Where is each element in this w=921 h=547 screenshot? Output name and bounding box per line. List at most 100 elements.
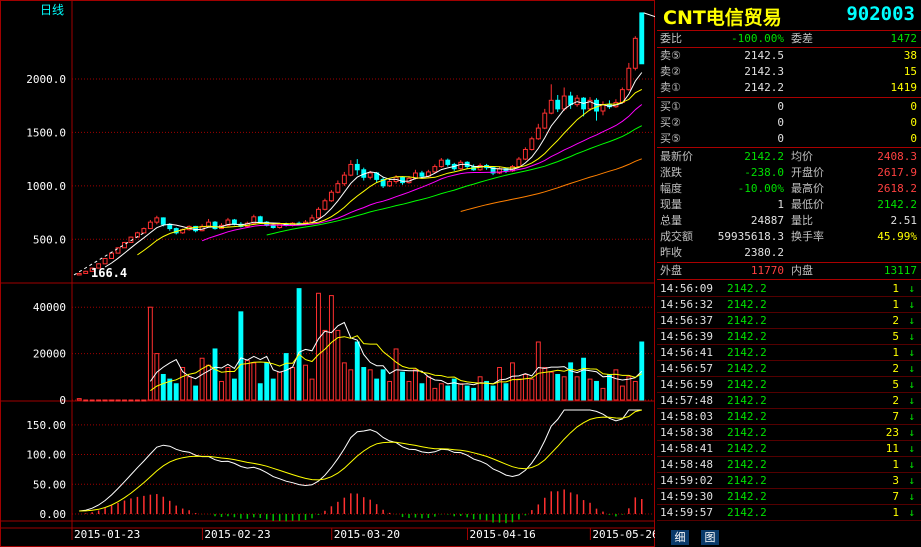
volume-bar [303, 364, 308, 401]
tick-row[interactable]: 14:56:59 2142.2 5 ↓ [657, 377, 921, 393]
stat-value: 59935618.3 [717, 230, 784, 243]
sell-level-label: 卖① [660, 81, 681, 94]
tab-detail[interactable]: 细 [671, 530, 689, 545]
candle-body [115, 247, 121, 254]
date-tick-label: 2015-03-20 [334, 528, 400, 541]
quote-panel: CNT电信贸易 902003 委比 -100.00% 委差 1472 卖⑤ 214… [657, 0, 921, 547]
tick-row[interactable]: 14:58:48 2142.2 1 ↓ [657, 457, 921, 473]
volume-bar [193, 385, 199, 401]
row-divider [657, 520, 921, 521]
tick-time: 14:58:41 [660, 442, 713, 455]
tick-time: 14:56:37 [660, 314, 713, 327]
volume-bar [419, 383, 425, 401]
volume-bar [380, 369, 386, 401]
candle-body [367, 172, 373, 178]
candle-body [438, 159, 444, 168]
stat-value: 2142.2 [744, 150, 784, 163]
down-arrow-icon: ↓ [908, 346, 915, 359]
tick-row[interactable]: 14:56:09 2142.2 1 ↓ [657, 281, 921, 297]
stat-label: 最高价 [791, 182, 824, 195]
volume-bar [413, 369, 418, 401]
tick-volume: 1 [892, 298, 899, 311]
tick-row[interactable]: 14:56:39 2142.2 5 ↓ [657, 329, 921, 345]
tick-volume: 7 [892, 410, 899, 423]
volume-bar [606, 373, 612, 401]
stock-header: CNT电信贸易 902003 [657, 0, 921, 31]
volume-bar [477, 376, 483, 401]
tick-volume: 11 [885, 442, 899, 455]
tick-time: 14:59:57 [660, 506, 713, 519]
sell-price: 2142.5 [744, 49, 784, 62]
volume-bar [471, 387, 477, 401]
tick-price: 2142.2 [727, 282, 767, 295]
volume-bar [484, 380, 490, 401]
tick-row[interactable]: 14:58:41 2142.2 11 ↓ [657, 441, 921, 457]
candle-body [160, 217, 166, 225]
volume-bar [432, 387, 438, 401]
high-pointer [643, 12, 655, 18]
candle-body [458, 161, 464, 170]
volume-bar [335, 329, 341, 401]
tick-row[interactable]: 14:56:57 2142.2 2 ↓ [657, 361, 921, 377]
price-tick-label: 2000.0 [26, 73, 66, 86]
tick-volume: 2 [892, 314, 899, 327]
kline-chart[interactable]: 2000.01500.01000.0500.0日线2618.2166.44000… [0, 0, 655, 547]
stat-label: 开盘价 [791, 166, 824, 179]
volume-bar [322, 329, 328, 401]
tick-row[interactable]: 14:56:37 2142.2 2 ↓ [657, 313, 921, 329]
tick-time: 14:58:03 [660, 410, 713, 423]
volume-bar [639, 341, 645, 401]
volume-bar [212, 348, 218, 401]
volume-bar [83, 399, 89, 402]
tick-row[interactable]: 14:56:32 2142.2 1 ↓ [657, 297, 921, 313]
tick-row[interactable]: 14:56:41 2142.2 1 ↓ [657, 345, 921, 361]
stat-value: 2408.3 [877, 150, 917, 163]
tab-chart[interactable]: 图 [701, 530, 719, 545]
down-arrow-icon: ↓ [908, 378, 915, 391]
stat-value: 2142.2 [877, 198, 917, 211]
tick-row[interactable]: 14:59:57 2142.2 1 ↓ [657, 505, 921, 521]
volume-bar [632, 380, 638, 401]
moving-average-line [266, 125, 643, 236]
tick-row[interactable]: 14:59:02 2142.2 3 ↓ [657, 473, 921, 489]
tick-time: 14:56:09 [660, 282, 713, 295]
down-arrow-icon: ↓ [908, 458, 915, 471]
candle-body [639, 12, 645, 65]
buy-level-label: 买⑤ [660, 132, 681, 145]
tick-price: 2142.2 [727, 474, 767, 487]
volume-bar [529, 378, 535, 401]
candle-body [419, 172, 425, 177]
candle-body [76, 272, 82, 276]
tick-row[interactable]: 14:58:38 2142.2 23 ↓ [657, 425, 921, 441]
stat-row: 涨跌 -238.0 开盘价 2617.9 [657, 165, 921, 181]
tick-row[interactable]: 14:58:03 2142.2 7 ↓ [657, 409, 921, 425]
moving-average-line [137, 88, 643, 256]
down-arrow-icon: ↓ [908, 474, 915, 487]
buy-price: 0 [777, 116, 784, 129]
stat-value: -10.00% [737, 182, 784, 195]
candle-body [147, 221, 153, 230]
price-tick-label: 1500.0 [26, 126, 66, 139]
tick-price: 2142.2 [727, 442, 767, 455]
volume-bar [244, 360, 250, 401]
tick-row[interactable]: 14:57:48 2142.2 2 ↓ [657, 393, 921, 409]
stat-value: 2.51 [890, 214, 918, 227]
volume-bar [445, 385, 451, 401]
volume-bar [231, 378, 237, 401]
volume-bar [341, 362, 347, 401]
down-arrow-icon: ↓ [908, 410, 915, 423]
tick-volume: 3 [892, 474, 899, 487]
buy-order-row: 买② 0 0 [657, 115, 921, 131]
down-arrow-icon: ↓ [908, 330, 915, 343]
sell-volume: 38 [903, 49, 917, 62]
stock-code: 902003 [846, 3, 915, 25]
volume-bar [581, 357, 587, 401]
volume-bar [425, 376, 431, 401]
kline-chart-area[interactable]: 2000.01500.01000.0500.0日线2618.2166.44000… [0, 0, 655, 547]
buy-volume: 0 [910, 116, 917, 129]
volume-bar [147, 306, 153, 401]
candle-body [529, 138, 535, 150]
volume-bar [464, 385, 470, 401]
candle-body [516, 158, 522, 168]
tick-row[interactable]: 14:59:30 2142.2 7 ↓ [657, 489, 921, 505]
